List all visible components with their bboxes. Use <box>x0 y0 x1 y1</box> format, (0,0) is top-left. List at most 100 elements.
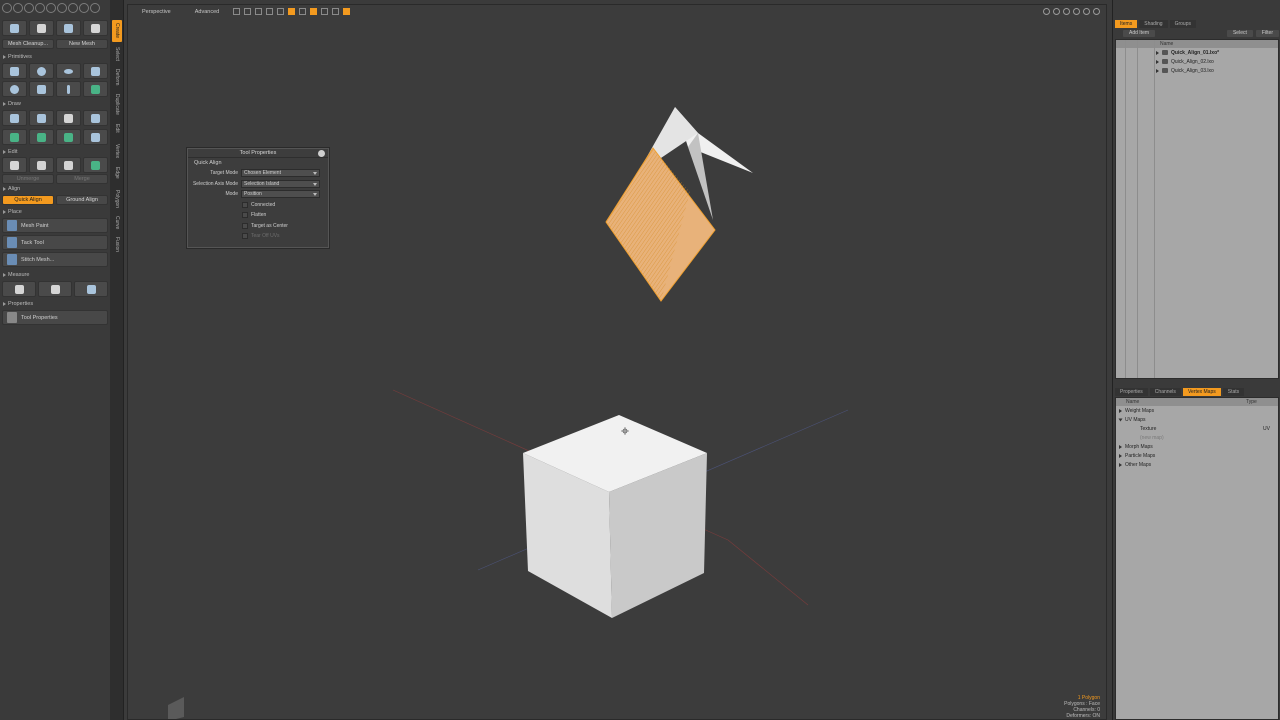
vmap-other-maps[interactable]: Other Maps <box>1116 460 1278 469</box>
vmap-texture[interactable]: Texture UV <box>1116 424 1278 433</box>
zoom-icon[interactable] <box>1063 8 1070 15</box>
pen-icon[interactable] <box>35 3 45 13</box>
search-icon[interactable] <box>90 3 100 13</box>
measure-box-button[interactable] <box>74 281 108 297</box>
pin-button[interactable] <box>56 157 81 173</box>
mesh-paint-button[interactable]: Mesh Paint <box>2 218 108 233</box>
maximize-icon[interactable] <box>1083 8 1090 15</box>
connected-checkbox[interactable]: Connected <box>188 200 328 211</box>
polygon-draw-button[interactable] <box>83 110 108 126</box>
plane-button[interactable] <box>29 110 54 126</box>
wireframe-toggle-icon[interactable] <box>233 8 241 15</box>
tab-edge[interactable]: Edge <box>112 164 122 182</box>
tab-polygon[interactable]: Polygon <box>112 186 122 212</box>
tab-deform[interactable]: Deform <box>112 66 122 88</box>
scissors-button[interactable] <box>2 157 27 173</box>
section-primitives[interactable]: Primitives <box>2 53 108 61</box>
paint-tool-button[interactable] <box>83 20 108 36</box>
spline-button[interactable] <box>56 129 81 145</box>
add-item-button[interactable]: Add Item <box>1123 30 1156 37</box>
flatten-box[interactable] <box>242 212 248 219</box>
tab-items[interactable]: Items <box>1115 19 1138 28</box>
stitch-mesh-button[interactable]: Stitch Mesh... <box>2 252 108 267</box>
select-button[interactable]: Select <box>1226 30 1253 37</box>
tab-shading[interactable]: Shading <box>1139 19 1168 28</box>
symmetry-toggle-icon[interactable] <box>332 8 340 15</box>
scene-canvas[interactable] <box>128 5 1107 720</box>
uv-button[interactable] <box>83 157 108 173</box>
sketch-button[interactable] <box>56 110 81 126</box>
expand-icon[interactable] <box>1156 68 1159 73</box>
fill-icon[interactable] <box>57 3 67 13</box>
expand-icon[interactable] <box>1119 408 1122 413</box>
merge-button[interactable]: Merge <box>56 174 108 184</box>
lights-toggle-icon[interactable] <box>255 8 263 15</box>
close-icon[interactable] <box>318 150 325 157</box>
expand-icon[interactable] <box>1119 444 1122 449</box>
list-item[interactable]: Quick_Align_02.lxo <box>1116 57 1278 66</box>
quick-align-button[interactable]: Quick Align <box>2 195 54 205</box>
section-place[interactable]: Place <box>2 208 108 216</box>
section-edit[interactable]: Edit <box>2 148 108 156</box>
torus-button[interactable] <box>56 63 81 79</box>
tool-properties-title[interactable]: Tool Properties <box>188 149 328 158</box>
list-item[interactable]: Quick_Align_01.lxo* <box>1116 48 1278 57</box>
action-center-icon[interactable] <box>343 8 351 15</box>
tab-select[interactable]: Select <box>112 44 122 64</box>
expand-icon[interactable] <box>1156 50 1159 55</box>
ground-align-button[interactable]: Ground Align <box>56 195 108 205</box>
protractor-button[interactable] <box>38 281 72 297</box>
cylinder-button[interactable] <box>29 81 54 97</box>
hand-tool-button[interactable] <box>2 20 27 36</box>
tack-tool-button[interactable]: Tack Tool <box>2 235 108 250</box>
workplane-toggle-icon[interactable] <box>321 8 329 15</box>
mode-select[interactable]: Position <box>241 190 320 199</box>
collapse-icon[interactable] <box>1118 418 1123 421</box>
tab-curve[interactable]: Curve <box>112 214 122 232</box>
tab-channels[interactable]: Channels <box>1149 387 1181 396</box>
section-properties[interactable]: Properties <box>2 300 108 308</box>
grid-toggle-icon[interactable] <box>244 8 252 15</box>
tab-groups[interactable]: Groups <box>1169 19 1196 28</box>
layout-icon[interactable] <box>2 3 12 13</box>
snapping-toggle-icon[interactable] <box>310 8 318 15</box>
texture-toggle-icon[interactable] <box>277 8 285 15</box>
section-draw[interactable]: Draw <box>2 100 108 108</box>
tab-create[interactable]: Create <box>112 20 122 42</box>
tab-vertex[interactable]: Vertex <box>112 140 122 162</box>
sphere-button[interactable] <box>29 63 54 79</box>
viewport-options-icon[interactable] <box>1093 8 1100 15</box>
shadows-toggle-icon[interactable] <box>266 8 274 15</box>
cube-button[interactable] <box>2 63 27 79</box>
tab-properties[interactable]: Properties <box>1115 387 1148 396</box>
target-mode-select[interactable]: Chosen Element <box>241 169 320 178</box>
bezier-button[interactable] <box>29 129 54 145</box>
hair-icon[interactable] <box>68 3 78 13</box>
ruler-button[interactable] <box>2 281 36 297</box>
tool-properties-button[interactable]: Tool Properties <box>2 310 108 325</box>
target-as-center-box[interactable] <box>242 222 248 229</box>
cone-button[interactable] <box>83 63 108 79</box>
3d-viewport[interactable]: Perspective Advanced Tool Properties Qui… <box>127 4 1107 720</box>
tab-stats[interactable]: Stats <box>1222 387 1245 396</box>
tab-vertex-maps[interactable]: Vertex Maps <box>1182 387 1221 396</box>
trash-button[interactable] <box>29 157 54 173</box>
fit-icon[interactable] <box>1073 8 1080 15</box>
connected-box[interactable] <box>242 201 248 208</box>
expand-icon[interactable] <box>1156 59 1159 64</box>
orbit-icon[interactable] <box>1053 8 1060 15</box>
vmap-weight-maps[interactable]: Weight Maps <box>1116 406 1278 415</box>
globe-icon[interactable] <box>13 3 23 13</box>
sketch-extrude-button[interactable] <box>83 129 108 145</box>
unmerge-button[interactable]: Unmerge <box>2 174 54 184</box>
filter-button[interactable]: Filter <box>1255 30 1279 37</box>
render-icon[interactable] <box>79 3 89 13</box>
mesh-cleanup-button[interactable]: Mesh Cleanup... <box>2 39 54 49</box>
vmap-uv-maps[interactable]: UV Maps <box>1116 415 1278 424</box>
expand-icon[interactable] <box>1119 462 1122 467</box>
vmap-new-map[interactable]: (new map) <box>1116 433 1278 442</box>
section-align[interactable]: Align <box>2 185 108 193</box>
list-item[interactable]: Quick_Align_03.lxo <box>1116 66 1278 75</box>
new-mesh-button[interactable]: New Mesh <box>56 39 108 49</box>
selection-highlight-icon[interactable] <box>288 8 296 15</box>
